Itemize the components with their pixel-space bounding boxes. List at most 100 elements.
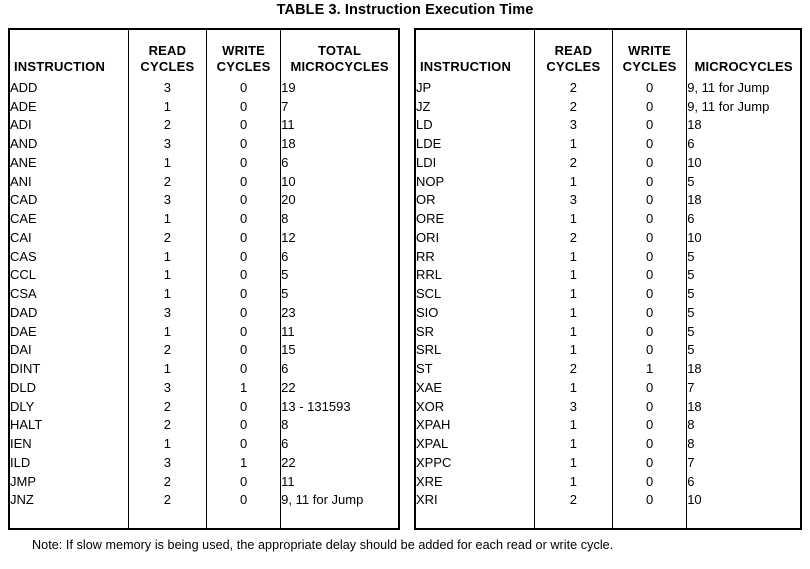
cell-microcycles: 5 <box>686 340 800 360</box>
cell-write-cycles: 0 <box>205 359 281 378</box>
table-row: ANE 1 0 6 <box>10 153 398 172</box>
cell-write-cycles: 0 <box>205 134 281 153</box>
cell-instruction: SR <box>416 323 435 339</box>
cell-write-cycles: 0 <box>205 303 281 322</box>
cell-write-cycles: 0 <box>205 265 281 285</box>
cell-microcycles: 11 <box>280 321 398 341</box>
cell-microcycles: 6 <box>686 471 800 491</box>
cell-instruction: RRL <box>416 267 443 283</box>
header-cell-write-cycles: WRITE CYCLES <box>611 30 687 78</box>
cell-microcycles: 8 <box>280 209 398 228</box>
header-line-1: READ <box>554 43 593 59</box>
table-row: CAI 2 0 12 <box>10 228 398 247</box>
cell-microcycles: 18 <box>280 134 398 153</box>
cell-instruction: OR <box>416 192 436 208</box>
cell-read-cycles: 2 <box>127 490 207 510</box>
cell-microcycles: 11 <box>280 471 398 491</box>
cell-instruction: JNZ <box>10 492 34 508</box>
cell-write-cycles <box>611 509 687 528</box>
table-row: DAI 2 0 15 <box>10 340 398 360</box>
cell-write-cycles: 0 <box>205 396 281 416</box>
cell-read-cycles: 3 <box>127 134 207 153</box>
cell-write-cycles: 0 <box>611 415 687 435</box>
document-page: TABLE 3. Instruction Execution Time INST… <box>0 0 810 569</box>
cell-microcycles: 6 <box>280 153 398 172</box>
cell-read-cycles: 1 <box>127 265 207 285</box>
cell-microcycles: 13 - 131593 <box>280 396 398 416</box>
header-cell-microcycles: MICROCYCLES <box>686 30 800 78</box>
page-title: TABLE 3. Instruction Execution Time <box>276 2 534 18</box>
cell-instruction: CSA <box>10 286 37 302</box>
cell-read-cycles: 2 <box>127 171 207 191</box>
cell-read-cycles: 2 <box>127 115 207 135</box>
cell-write-cycles: 0 <box>611 209 687 228</box>
cell-read-cycles: 1 <box>533 246 613 266</box>
header-cell-write-cycles: WRITE CYCLES <box>205 30 281 78</box>
cell-instruction: LDI <box>416 154 437 170</box>
cell-microcycles: 9, 11 for Jump <box>686 78 800 97</box>
cell-read-cycles: 2 <box>127 396 207 416</box>
cell-read-cycles <box>127 509 207 528</box>
cell-write-cycles: 0 <box>205 171 281 191</box>
cell-microcycles: 12 <box>280 228 398 247</box>
table-row: SCL 1 0 5 <box>416 284 800 303</box>
table-row: ADE 1 0 7 <box>10 96 398 116</box>
cell-read-cycles: 1 <box>533 321 613 341</box>
cell-write-cycles: 0 <box>205 153 281 172</box>
cell-read-cycles: 1 <box>127 434 207 453</box>
cell-write-cycles: 1 <box>205 453 281 472</box>
cell-instruction: XAE <box>416 379 443 395</box>
cell-read-cycles: 1 <box>533 415 613 435</box>
cell-read-cycles: 1 <box>533 378 613 397</box>
cell-read-cycles: 2 <box>533 153 613 172</box>
header-line-2: INSTRUCTION <box>420 58 512 74</box>
cell-instruction: HALT <box>10 417 43 433</box>
table-row: OR 3 0 18 <box>416 190 800 210</box>
header-row: INSTRUCTION READ CYCLES WRITE <box>416 30 800 78</box>
cell-write-cycles: 0 <box>205 490 281 510</box>
table-row: ST 2 1 18 <box>416 359 800 378</box>
cell-write-cycles: 0 <box>611 246 687 266</box>
cell-instruction: XRE <box>416 473 443 489</box>
instruction-table-left: INSTRUCTION READ CYCLES WRITE CYCLES TOT… <box>8 28 400 530</box>
cell-instruction: LDE <box>416 136 442 152</box>
cell-microcycles: 18 <box>686 190 800 210</box>
cell-write-cycles: 0 <box>611 96 687 116</box>
cell-microcycles: 8 <box>686 434 800 453</box>
cell-microcycles: 10 <box>686 153 800 172</box>
header-cell-instruction: INSTRUCTION <box>10 30 128 78</box>
cell-microcycles: 18 <box>686 359 800 378</box>
table-row: JZ 2 0 9, 11 for Jump <box>416 96 800 116</box>
table-row: SR 1 0 5 <box>416 321 800 341</box>
cell-read-cycles: 1 <box>533 340 613 360</box>
cell-write-cycles: 0 <box>611 303 687 322</box>
cell-write-cycles: 0 <box>611 190 687 210</box>
cell-read-cycles: 2 <box>127 340 207 360</box>
header-line-2: CYCLES <box>622 58 677 74</box>
cell-write-cycles: 0 <box>205 78 281 97</box>
cell-instruction: DLD <box>10 379 37 395</box>
cell-microcycles: 9, 11 for Jump <box>280 490 398 510</box>
table-row: XPPC 1 0 7 <box>416 453 800 472</box>
cell-read-cycles: 2 <box>533 359 613 378</box>
cell-write-cycles: 1 <box>205 378 281 397</box>
table-row: XAE 1 0 7 <box>416 378 800 397</box>
cell-write-cycles: 0 <box>611 265 687 285</box>
table-row: CAE 1 0 8 <box>10 209 398 228</box>
table-row: ORI 2 0 10 <box>416 228 800 247</box>
header-line-2: CYCLES <box>216 58 271 74</box>
cell-microcycles: 6 <box>280 246 398 266</box>
header-line-2: CYCLES <box>140 58 195 74</box>
cell-write-cycles <box>205 509 281 528</box>
cell-write-cycles: 0 <box>205 209 281 228</box>
table-row: XPAL 1 0 8 <box>416 434 800 453</box>
cell-read-cycles: 3 <box>533 190 613 210</box>
table-row <box>416 509 800 528</box>
cell-instruction: ILD <box>10 454 31 470</box>
cell-microcycles: 5 <box>686 321 800 341</box>
cell-write-cycles: 0 <box>205 115 281 135</box>
table-body-right: JP 2 0 9, 11 for Jump JZ 2 0 9, 11 for Jump LD 3 0… <box>416 78 800 528</box>
table-row: CAD 3 0 20 <box>10 190 398 210</box>
header-line-2: INSTRUCTION <box>14 58 106 74</box>
cell-instruction: CAE <box>10 211 37 227</box>
